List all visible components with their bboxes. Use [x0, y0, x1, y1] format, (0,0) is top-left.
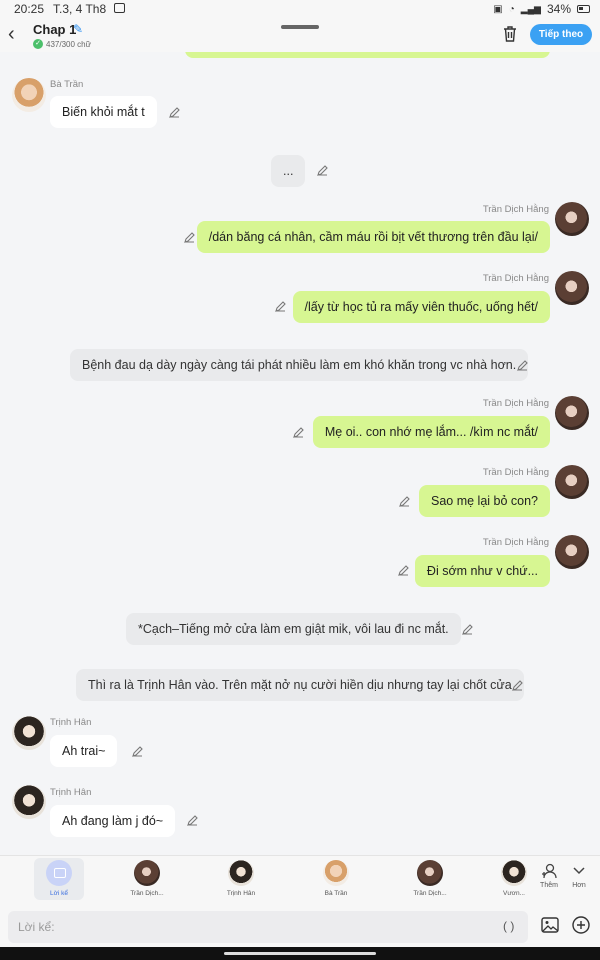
avatar-trinh-han[interactable]: [12, 716, 46, 750]
chevron-down-icon: [573, 867, 585, 875]
character-avatar: [501, 860, 527, 886]
chapter-title[interactable]: Chap 1: [33, 22, 76, 37]
speaker-name: Trần Dịch Hằng: [482, 537, 549, 548]
character-label: Bà Trần: [324, 890, 348, 897]
edit-title-icon[interactable]: ✎: [73, 22, 83, 36]
character-vuong[interactable]: Vươn...: [498, 860, 530, 897]
check-icon: ✓: [33, 39, 43, 49]
avatar-tran-dich-hang[interactable]: [555, 396, 589, 430]
signal-icon: ▂▄▆: [520, 3, 541, 14]
chat-area[interactable]: Bà Trần Biến khỏi mắt t ... Trần Dịch Hằ…: [0, 52, 600, 855]
edit-pencil-icon[interactable]: [131, 745, 144, 758]
message-bubble[interactable]: /dán băng cá nhân, cầm máu rồi bịt vết t…: [196, 221, 550, 253]
character-avatar: [228, 860, 254, 886]
edit-pencil-icon[interactable]: [292, 426, 305, 439]
narration-bubble[interactable]: Thì ra là Trịnh Hân vào. Trên mặt nở nụ …: [76, 669, 524, 701]
message-bubble[interactable]: /lấy từ học tủ ra mấy viên thuốc, uống h…: [292, 291, 550, 323]
character-narrator[interactable]: Lời kể: [34, 858, 84, 900]
avatar-tran-dich-hang[interactable]: [555, 271, 589, 305]
character-label: Trần Dịch...: [130, 890, 164, 897]
message-bubble[interactable]: Mẹ oi.. con nhớ mẹ lắm... /kìm nc mắt/: [312, 416, 550, 448]
narration-icon: [46, 860, 72, 886]
add-person-icon: [542, 863, 557, 879]
character-label: Trần Dịch...: [413, 890, 447, 897]
message-bubble[interactable]: Biến khỏi mắt t: [50, 96, 157, 128]
message-input[interactable]: [8, 911, 528, 943]
character-avatar: [323, 860, 349, 886]
speaker-name: Trịnh Hân: [50, 787, 92, 798]
more-button[interactable]: Hơn: [565, 862, 593, 889]
character-ba-tran[interactable]: Bà Trần: [311, 860, 361, 897]
word-count: ✓ 437/300 chữ: [33, 39, 91, 49]
system-nav-bar: [0, 947, 600, 960]
speaker-name: Trần Dịch Hằng: [482, 398, 549, 409]
character-avatar: [417, 860, 443, 886]
message-bubble[interactable]: Đi sớm như v chứ...: [414, 555, 550, 587]
avatar-ba-tran[interactable]: [12, 78, 46, 112]
character-avatar: [134, 860, 160, 886]
avatar-tran-dich-hang[interactable]: [555, 202, 589, 236]
previous-bubble[interactable]: [185, 52, 550, 58]
battery-percent: 34%: [546, 2, 571, 16]
edit-pencil-icon[interactable]: [398, 495, 411, 508]
trash-icon[interactable]: [502, 25, 518, 43]
speaker-name: Trịnh Hân: [50, 717, 92, 728]
character-tran-dich-hang[interactable]: Trần Dịch...: [122, 860, 172, 897]
status-bar: 20:25 T.3, 4 Th8 ▣ ◔ ▂▄▆ 34%: [0, 0, 600, 18]
speaker-name: Trần Dịch Hằng: [482, 273, 549, 284]
edit-pencil-icon[interactable]: [274, 300, 287, 313]
edit-pencil-icon[interactable]: [168, 106, 181, 119]
chapter-header: ‹ Chap 1 ✎ ✓ 437/300 chữ Tiếp theo: [0, 18, 600, 52]
status-date: T.3, 4 Th8: [53, 2, 107, 16]
battery-icon: [577, 5, 590, 13]
edit-pencil-icon[interactable]: [461, 623, 474, 636]
avatar-tran-dich-hang[interactable]: [555, 465, 589, 499]
add-character-button[interactable]: Thêm: [535, 862, 563, 889]
parenthesis-button[interactable]: ( ): [503, 919, 514, 933]
speaker-name: Trần Dịch Hằng: [482, 467, 549, 478]
word-count-text: 437/300 chữ: [46, 39, 91, 49]
more-label: Hơn: [572, 882, 586, 889]
edit-pencil-icon[interactable]: [511, 679, 524, 692]
edit-pencil-icon[interactable]: [183, 231, 196, 244]
add-label: Thêm: [540, 882, 558, 889]
edit-pencil-icon[interactable]: [186, 814, 199, 827]
edit-pencil-icon[interactable]: [316, 164, 329, 177]
character-label: Vươn...: [503, 890, 525, 897]
message-bubble[interactable]: Ah trai~: [50, 735, 118, 767]
home-indicator[interactable]: [224, 952, 376, 955]
speaker-name: Bà Trần: [50, 79, 84, 90]
gallery-notification-icon: [114, 3, 125, 13]
avatar-trinh-han[interactable]: [12, 785, 46, 819]
narration-bubble[interactable]: Bệnh đau dạ dày ngày càng tái phát nhiều…: [70, 349, 529, 381]
message-bubble[interactable]: Ah đang làm j đó~: [50, 805, 176, 837]
character-label: Lời kể: [50, 890, 68, 897]
message-bubble[interactable]: Sao mẹ lại bỏ con?: [418, 485, 550, 517]
image-icon[interactable]: [541, 917, 559, 933]
edit-pencil-icon[interactable]: [397, 564, 410, 577]
edit-pencil-icon[interactable]: [516, 359, 529, 372]
lock-icon: ▣: [493, 3, 503, 15]
avatar-tran-dich-hang[interactable]: [555, 535, 589, 569]
plus-icon[interactable]: [572, 916, 590, 934]
character-tran-dich-2[interactable]: Trần Dịch...: [405, 860, 455, 897]
character-trinh-han[interactable]: Trịnh Hân: [216, 860, 266, 897]
character-label: Trịnh Hân: [226, 890, 256, 897]
drag-handle[interactable]: [281, 25, 319, 29]
character-selector: Lời kể Trần Dịch... Trịnh Hân Bà Trần Tr…: [0, 855, 600, 907]
narration-bubble[interactable]: ...: [271, 155, 306, 187]
speaker-name: Trần Dịch Hằng: [482, 204, 549, 215]
narration-bubble[interactable]: *Cạch–Tiếng mở cửa làm em giật mik, vôi …: [126, 613, 461, 645]
next-button[interactable]: Tiếp theo: [530, 24, 592, 45]
back-arrow-icon[interactable]: ‹: [8, 24, 26, 44]
status-time: 20:25: [14, 2, 45, 16]
composer: ( ): [0, 907, 600, 947]
wifi-icon: ◔: [508, 3, 515, 15]
